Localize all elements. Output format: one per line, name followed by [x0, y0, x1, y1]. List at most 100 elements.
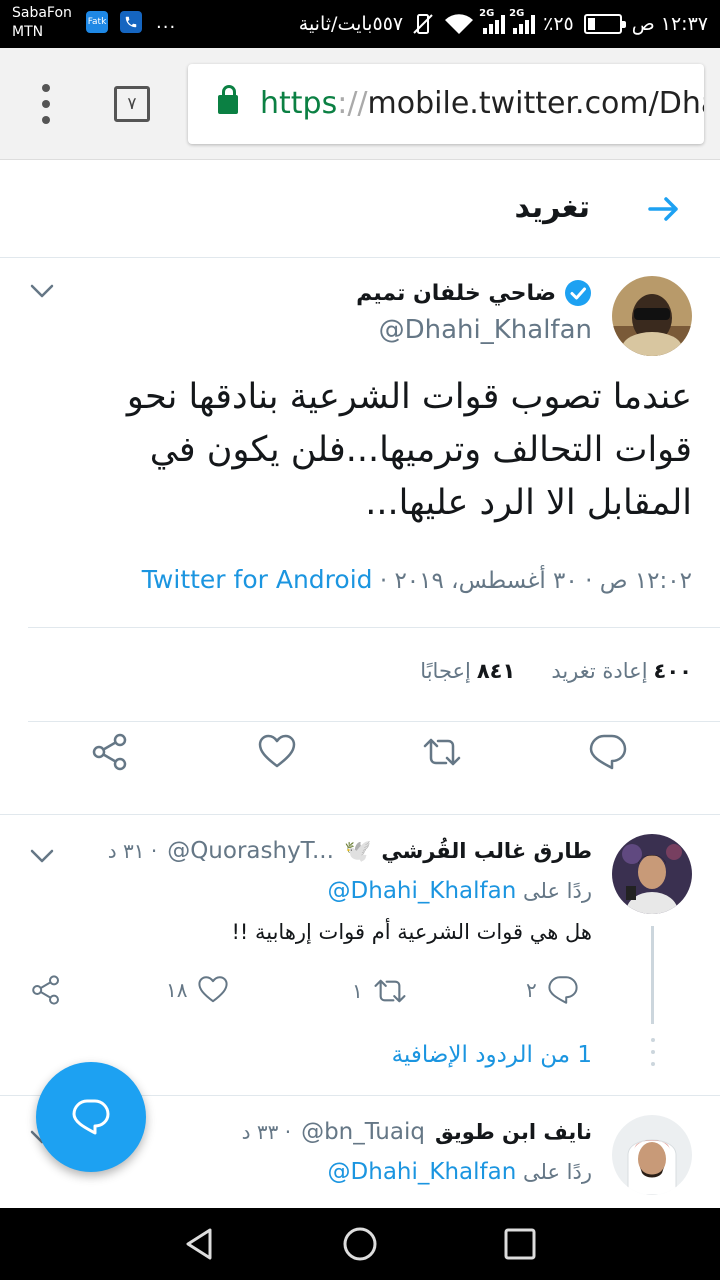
browser-menu-icon[interactable]	[34, 84, 58, 124]
reply-tweet[interactable]: طارق غالب القُرشي 🕊️ @QuorashyT... · ٣١ …	[0, 816, 720, 1096]
carrier-name-2: MTN	[12, 24, 44, 40]
thread-line	[651, 926, 654, 1024]
divider	[28, 721, 720, 722]
browser-toolbar: ٧ https://mobile.twitter.com/Dha	[0, 48, 720, 160]
url-scheme: https	[260, 86, 338, 121]
reply-author-name[interactable]: نايف ابن طويق	[435, 1120, 592, 1144]
back-nav-icon[interactable]	[182, 1226, 218, 1262]
mention-link[interactable]: @Dhahi_Khalfan	[328, 878, 517, 904]
url-separator: ://	[337, 86, 368, 121]
tweet-actions	[0, 733, 720, 797]
tab-count: ٧	[127, 94, 137, 114]
dove-emoji: 🕊️	[343, 839, 372, 864]
share-icon[interactable]	[90, 732, 130, 772]
app-notification-icon: Fatk	[86, 11, 108, 33]
reply-avatar[interactable]	[612, 834, 692, 914]
tweet-text: عندما تصوب قوات الشرعية بنادقها نحو قوات…	[126, 377, 692, 523]
data-speed: ٥٥٧بايت/ثانية	[298, 13, 404, 35]
retweet-icon[interactable]	[422, 732, 462, 772]
tweet-source-link[interactable]: Twitter for Android	[142, 565, 373, 594]
network-type-2: 2G	[509, 8, 525, 19]
reply-header: طارق غالب القُرشي 🕊️ @QuorashyT... · ٣١ …	[108, 838, 592, 864]
tab-switcher-button[interactable]: ٧	[114, 86, 150, 122]
reply-icon[interactable]	[588, 732, 628, 772]
likes-count: ٨٤١	[476, 659, 516, 683]
reply-retweet-button[interactable]: ١	[352, 974, 407, 1008]
vibrate-off-icon	[413, 14, 433, 34]
reply-reply-button[interactable]: ٢	[526, 974, 579, 1006]
retweets-stat[interactable]: ٤٠٠إعادة تغريد	[551, 659, 692, 683]
status-right: ٥٥٧بايت/ثانية 2G 2G ٪٢٥ ١٢:٣٧ ص	[298, 8, 708, 38]
clock: ١٢:٣٧ ص	[631, 13, 708, 35]
main-tweet: ضاحي خلفان تميم @Dhahi_Khalfan عندما تصو…	[0, 259, 720, 815]
recents-nav-icon[interactable]	[502, 1226, 538, 1262]
reply-icon	[72, 1099, 110, 1135]
url-bar[interactable]: https://mobile.twitter.com/Dha	[188, 64, 704, 144]
reply-time-value: ٣٣ د	[241, 1120, 279, 1144]
tweet-meta: ١٢:٠٢ ص · ٣٠ أغسطس، ٢٠١٩ · Twitter for A…	[142, 565, 692, 594]
carrier-name-1: SabaFon	[12, 5, 72, 21]
notification-icons: Fatk ...	[86, 11, 176, 33]
reply-time-value: ٣١ د	[107, 839, 145, 863]
back-arrow-icon[interactable]	[646, 192, 680, 226]
retweets-label: إعادة تغريد	[551, 659, 648, 683]
reply-header: نايف ابن طويق @bn_Tuaiq · ٣٣ د	[242, 1119, 592, 1145]
like-count: ١٨	[166, 978, 188, 1002]
reply-avatar[interactable]	[612, 1115, 692, 1195]
avatar[interactable]	[612, 276, 692, 356]
meta-separator: ·	[372, 568, 395, 594]
retweet-icon	[374, 979, 406, 1003]
divider	[28, 627, 720, 628]
replying-to: ردًا على @Dhahi_Khalfan	[328, 878, 592, 904]
system-nav-bar	[0, 1208, 720, 1280]
replying-to-label: ردًا على	[523, 1160, 592, 1184]
battery-icon	[583, 14, 626, 34]
replying-to-label: ردًا على	[523, 879, 592, 903]
reply-count: ٢	[526, 978, 537, 1002]
url-path: mobile.twitter.com/Dha	[367, 86, 704, 121]
app-badge-text: Fatk	[87, 17, 107, 27]
like-icon[interactable]	[257, 732, 297, 772]
tweet-stats: ٤٠٠إعادة تغريد ٨٤١إعجابًا	[420, 659, 692, 683]
reply-author-handle[interactable]: @bn_Tuaiq	[301, 1119, 425, 1145]
status-bar: SabaFon MTN Fatk ... ٥٥٧بايت/ثانية 2G 2G…	[0, 0, 720, 48]
meta-separator: ·	[577, 568, 600, 594]
page-header: تغريد	[0, 160, 720, 258]
page-title: تغريد	[514, 190, 590, 225]
replying-to: ردًا على @Dhahi_Khalfan	[328, 1159, 592, 1185]
more-replies-link[interactable]: 1 من الردود الإضافية	[392, 1042, 592, 1068]
share-icon	[32, 975, 59, 1005]
tweet-date: ٣٠ أغسطس، ٢٠١٩	[394, 568, 578, 594]
compose-reply-button[interactable]	[36, 1062, 146, 1172]
network-type-1: 2G	[479, 8, 495, 19]
more-notifications: ...	[156, 11, 177, 33]
reply-text: هل هي قوات الشرعية أم قوات إرهابية !!	[231, 920, 592, 944]
likes-stat[interactable]: ٨٤١إعجابًا	[420, 659, 515, 683]
url-text[interactable]: https://mobile.twitter.com/Dha	[260, 84, 704, 124]
like-icon	[198, 976, 229, 1003]
chevron-down-icon[interactable]	[28, 281, 56, 301]
phone-app-icon	[120, 11, 142, 33]
wifi-icon	[445, 14, 474, 34]
reply-like-button[interactable]: ١٨	[166, 974, 229, 1006]
author-name[interactable]: ضاحي خلفان تميم	[356, 281, 556, 306]
likes-label: إعجابًا	[420, 659, 471, 683]
reply-author-name[interactable]: طارق غالب القُرشي	[381, 839, 592, 863]
retweet-count: ١	[352, 979, 363, 1003]
reply-author-handle[interactable]: @QuorashyT...	[167, 838, 334, 864]
battery-percent: ٪٢٥	[543, 13, 574, 35]
reply-timestamp: · ٣١ د	[107, 839, 158, 863]
chevron-down-icon[interactable]	[28, 846, 56, 866]
carrier-info: SabaFon MTN	[12, 4, 72, 42]
reply-timestamp: · ٣٣ د	[241, 1120, 292, 1144]
retweets-count: ٤٠٠	[653, 659, 692, 683]
reply-share-button[interactable]	[30, 974, 62, 1006]
lock-icon	[218, 85, 238, 114]
screen: SabaFon MTN Fatk ... ٥٥٧بايت/ثانية 2G 2G…	[0, 0, 720, 1280]
thread-dots	[651, 1038, 655, 1066]
author-row: ضاحي خلفان تميم	[356, 279, 592, 307]
home-nav-icon[interactable]	[342, 1226, 378, 1262]
reply-icon	[548, 976, 578, 1004]
mention-link[interactable]: @Dhahi_Khalfan	[328, 1159, 517, 1185]
author-handle[interactable]: @Dhahi_Khalfan	[379, 315, 592, 345]
